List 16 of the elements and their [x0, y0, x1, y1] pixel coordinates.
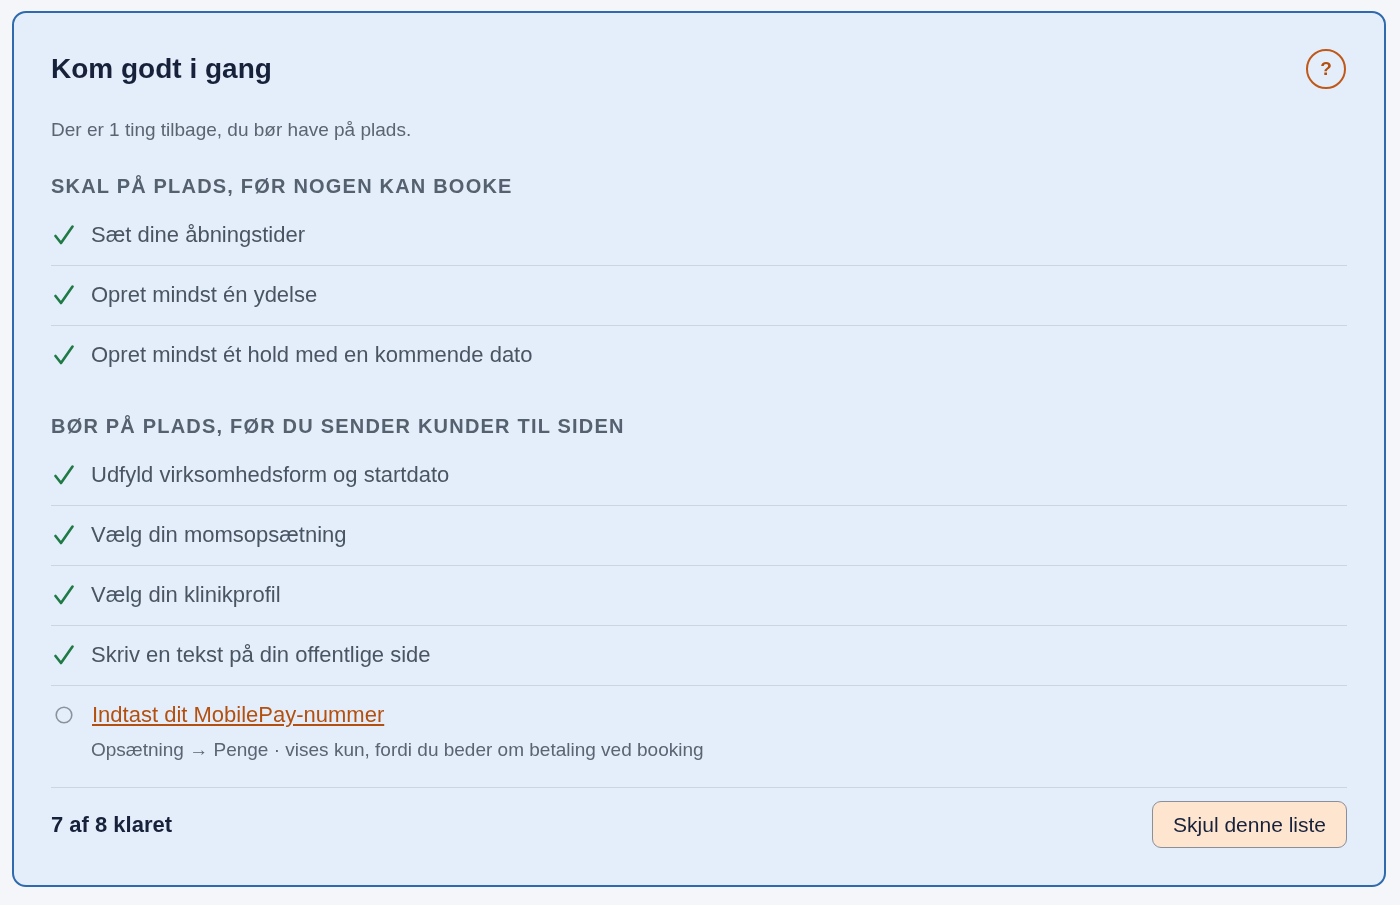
- task-label: Sæt dine åbningstider: [91, 221, 306, 249]
- task-label: Udfyld virksomhedsform og startdato: [91, 461, 450, 489]
- card-title: Kom godt i gang: [51, 52, 272, 86]
- task-link[interactable]: Indtast dit MobilePay-nummer: [92, 700, 385, 730]
- task-note: Opsætning → Penge · vises kun, fordi du beder om betaling ved booking: [91, 738, 705, 762]
- hide-list-button[interactable]: Skjul denne liste: [1152, 801, 1347, 848]
- task-label: Skriv en tekst på din offentlige side: [91, 641, 431, 669]
- summary-text: Der er 1 ting tilbage, du bør have på plads.: [51, 118, 413, 142]
- progress-text: 7 af 8 klaret: [51, 811, 173, 839]
- section-heading: SKAL PÅ PLADS, FØR NOGEN KAN BOOKE: [51, 174, 514, 199]
- task-label: Opret mindst ét hold med en kommende dato: [91, 341, 533, 369]
- task-label: Opret mindst én ydelse: [91, 281, 318, 309]
- help-button[interactable]: ?: [1306, 49, 1346, 89]
- section-heading: BØR PÅ PLADS, FØR DU SENDER KUNDER TIL SIDEN: [51, 414, 626, 439]
- task-label: Vælg din momsopsætning: [91, 521, 347, 549]
- task-label: Vælg din klinikprofil: [91, 581, 281, 609]
